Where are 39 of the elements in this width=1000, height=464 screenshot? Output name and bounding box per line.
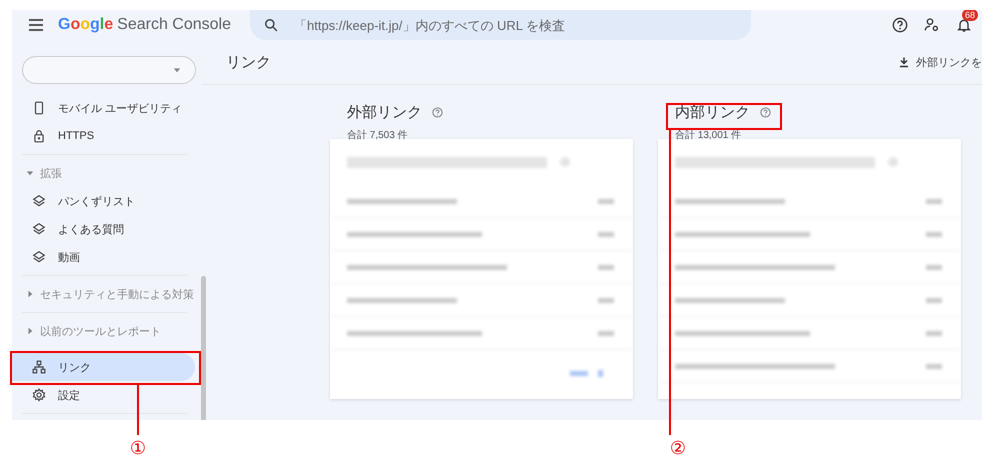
scrollbar[interactable] (201, 276, 206, 420)
nav-item[interactable]: リンク (12, 353, 195, 381)
help-icon (892, 17, 908, 33)
section-title: 内部リンク (675, 103, 750, 122)
total-count: 合計 7,503 件 (347, 130, 409, 142)
notifications-button[interactable]: 68 (952, 13, 976, 37)
settings-icon (32, 388, 46, 402)
nav-item[interactable]: パンくずリスト (12, 187, 195, 215)
nav-item[interactable]: モバイル ユーザビリティ (12, 94, 195, 122)
search-icon (264, 18, 278, 32)
nav-item[interactable]: 設定 (12, 381, 195, 409)
search-field[interactable]: 「https://keep-it.jp/」内のすべての URL を検査 (250, 10, 751, 40)
app-logo[interactable]: Google Search Console (58, 15, 238, 35)
annotation-number: ② (670, 438, 686, 458)
nav-item[interactable]: よくある質問 (12, 215, 195, 243)
notification-badge: 68 (962, 10, 978, 21)
page-title: リンク (226, 52, 271, 72)
annotation-number: ① (130, 438, 146, 458)
help-icon (760, 107, 771, 118)
phone-icon (32, 101, 46, 115)
nav-item[interactable]: 動画 (12, 243, 195, 271)
layers-icon (32, 250, 46, 264)
layers-icon (32, 194, 46, 208)
download-icon (898, 56, 910, 68)
layers-icon (32, 222, 46, 236)
search-input[interactable]: 「https://keep-it.jp/」内のすべての URL を検査 (292, 16, 737, 34)
caret-icon (173, 66, 181, 74)
export-button[interactable]: 外部リンクを (898, 54, 982, 70)
caret-icon (26, 327, 34, 335)
leader-line (137, 385, 139, 435)
sitemap-icon (32, 360, 46, 374)
lock-icon (32, 129, 46, 143)
total-count: 合計 13,001 件 (675, 130, 742, 142)
bell-icon (956, 17, 972, 33)
caret-icon (26, 169, 34, 177)
nav-item[interactable]: HTTPS (12, 122, 195, 150)
help-icon (432, 107, 443, 118)
caret-icon (26, 290, 34, 298)
section-title: 外部リンク (347, 103, 422, 122)
